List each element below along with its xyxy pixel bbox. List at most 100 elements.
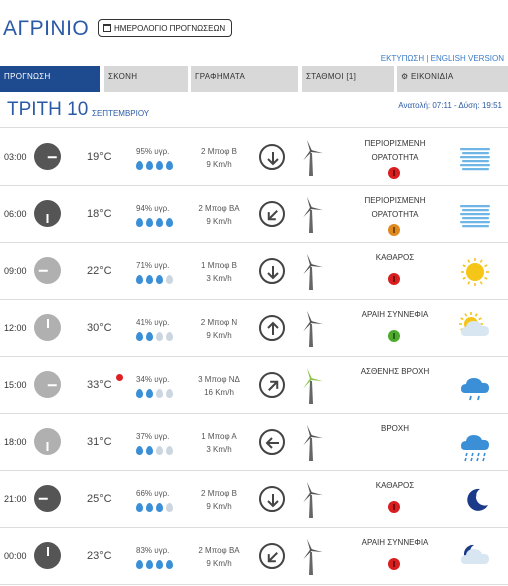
humidity-drop-icon xyxy=(146,218,153,227)
humidity-drop-icon xyxy=(136,389,143,398)
wind-turbine-icon xyxy=(296,310,326,353)
weather-condition: ΒΡΟΧΗ xyxy=(380,424,409,433)
humidity: 94% υγρ. xyxy=(136,204,170,213)
wind-turbine-icon xyxy=(296,196,326,239)
wind-speed: 9 Km/h xyxy=(206,502,232,511)
wind-direction-arrow-icon xyxy=(259,372,285,398)
calendar-button-label: ΗΜΕΡΟΛΟΓΙΟ ΠΡΟΓΝΩΣΕΩΝ xyxy=(114,23,226,33)
wind-beaufort: 2 Μποφ Β xyxy=(201,489,237,498)
humidity-drops xyxy=(136,161,173,170)
humidity-drops xyxy=(136,275,173,284)
weather-condition: ΑΡΑΙΗ ΣΥΝΝΕΦΙΑ xyxy=(361,538,429,547)
sunrise-sunset: Ανατολή: 07:11 - Δύση: 19:51 xyxy=(398,101,502,110)
tab-charts[interactable]: ΓΡΑΦΗΜΑΤΑ xyxy=(191,66,298,92)
wind-turbine-icon xyxy=(296,538,326,581)
humidity-drop-icon xyxy=(136,446,143,455)
tab-dust[interactable]: ΣΚΟΝΗ xyxy=(104,66,188,92)
forecast-row: 15:00 33°C 34% υγρ. 3 Μποφ ΝΔ 16 Km/h ΑΣ… xyxy=(0,357,508,414)
visibility-indicator-icon xyxy=(388,273,400,285)
light-rain-icon xyxy=(458,369,494,410)
wind-direction-arrow-icon xyxy=(259,258,285,284)
humidity-drop-icon xyxy=(146,389,153,398)
wind-speed: 9 Km/h xyxy=(206,331,232,340)
forecast-time: 21:00 xyxy=(4,494,27,504)
wind-beaufort: 2 Μποφ Β xyxy=(201,147,237,156)
humidity: 95% υγρ. xyxy=(136,147,170,156)
weather-condition: ΑΣΘΕΝΗΣ ΒΡΟΧΗ xyxy=(360,367,430,376)
wind-speed: 3 Km/h xyxy=(206,274,232,283)
humidity-drop-icon xyxy=(166,389,173,398)
day-header: ΤΡΙΤΗ 10 ΣΕΠΤΕΜΒΡΙΟΥ Ανατολή: 07:11 - Δύ… xyxy=(0,94,508,128)
humidity-drops xyxy=(136,218,173,227)
humidity-drop-icon xyxy=(156,446,163,455)
forecast-time: 09:00 xyxy=(4,266,27,276)
humidity-drop-icon xyxy=(136,503,143,512)
wind-direction-arrow-icon xyxy=(259,144,285,170)
wind-turbine-icon xyxy=(296,139,326,182)
clock-icon xyxy=(34,542,61,569)
print-english-link[interactable]: ΕΚΤΥΠΩΣΗ | ENGLISH VERSION xyxy=(381,54,504,63)
heat-alert-icon xyxy=(116,374,123,381)
humidity: 41% υγρ. xyxy=(136,318,170,327)
humidity-drop-icon xyxy=(136,332,143,341)
humidity-drops xyxy=(136,332,173,341)
wind-beaufort: 2 Μποφ Ν xyxy=(200,318,238,327)
humidity: 71% υγρ. xyxy=(136,261,170,270)
wind-direction-arrow-icon xyxy=(259,543,285,569)
wind-speed: 9 Km/h xyxy=(206,160,232,169)
humidity-drop-icon xyxy=(146,161,153,170)
forecast-time: 18:00 xyxy=(4,437,27,447)
forecast-time: 12:00 xyxy=(4,323,27,333)
clock-icon xyxy=(34,371,61,398)
humidity-drop-icon xyxy=(136,275,143,284)
humidity-drop-icon xyxy=(156,161,163,170)
humidity-drop-icon xyxy=(156,218,163,227)
clock-icon xyxy=(34,314,61,341)
wind-turbine-icon xyxy=(296,481,326,524)
wind-turbine-icon xyxy=(296,367,326,410)
tab-stations[interactable]: ΣΤΑΘΜΟΙ [1] xyxy=(302,66,394,92)
humidity-drop-icon xyxy=(146,560,153,569)
humidity: 66% υγρ. xyxy=(136,489,170,498)
wind-beaufort: 3 Μποφ ΝΔ xyxy=(198,375,240,384)
forecast-time: 00:00 xyxy=(4,551,27,561)
humidity-drop-icon xyxy=(156,275,163,284)
forecast-row: 06:00 18°C 94% υγρ. 2 Μποφ ΒΑ 9 Km/h ΠΕΡ… xyxy=(0,186,508,243)
wind-beaufort: 1 Μποφ Α xyxy=(201,432,237,441)
svg-text:★: ★ xyxy=(473,493,478,499)
wind-direction-arrow-icon xyxy=(259,486,285,512)
city-title: ΑΓΡΙΝΙΟ xyxy=(3,17,90,40)
humidity: 34% υγρ. xyxy=(136,375,170,384)
clock-icon xyxy=(34,143,61,170)
humidity-drops xyxy=(136,389,173,398)
forecast-calendar-button[interactable]: ΗΜΕΡΟΛΟΓΙΟ ΠΡΟΓΝΩΣΕΩΝ xyxy=(98,19,233,37)
temperature: 23°C xyxy=(87,550,112,562)
temperature: 19°C xyxy=(87,151,112,163)
forecast-row: 21:00 25°C 66% υγρ. 2 Μποφ Β 9 Km/h ΚΑΘΑ… xyxy=(0,471,508,528)
tab-forecast[interactable]: ΠΡΟΓΝΩΣΗ xyxy=(0,66,100,92)
weather-condition: ΚΑΘΑΡΟΣ xyxy=(375,481,415,490)
tab-icons[interactable]: ⚙ ΕΙΚΟΝΙΔΙΑ xyxy=(397,66,508,92)
wind-direction-arrow-icon xyxy=(259,201,285,227)
humidity-drop-icon xyxy=(166,446,173,455)
humidity-drops xyxy=(136,503,173,512)
fog-icon xyxy=(458,141,494,182)
wind-beaufort: 2 Μποφ ΒΑ xyxy=(198,204,240,213)
humidity-drop-icon xyxy=(136,218,143,227)
visibility-indicator-icon xyxy=(388,558,400,570)
humidity-drop-icon xyxy=(146,332,153,341)
forecast-row: 12:00 30°C 41% υγρ. 2 Μποφ Ν 9 Km/h ΑΡΑΙ… xyxy=(0,300,508,357)
clock-icon xyxy=(34,257,61,284)
wind-speed: 9 Km/h xyxy=(206,217,232,226)
clock-icon xyxy=(34,428,61,455)
visibility-indicator-icon xyxy=(388,330,400,342)
visibility-indicator-icon xyxy=(388,167,400,179)
forecast-time: 06:00 xyxy=(4,209,27,219)
weather-condition: ΑΡΑΙΗ ΣΥΝΝΕΦΙΑ xyxy=(361,310,429,319)
humidity-drop-icon xyxy=(166,275,173,284)
temperature: 22°C xyxy=(87,265,112,277)
clock-icon xyxy=(34,485,61,512)
visibility-indicator-icon xyxy=(388,224,400,236)
forecast-time: 15:00 xyxy=(4,380,27,390)
humidity-drop-icon xyxy=(136,560,143,569)
